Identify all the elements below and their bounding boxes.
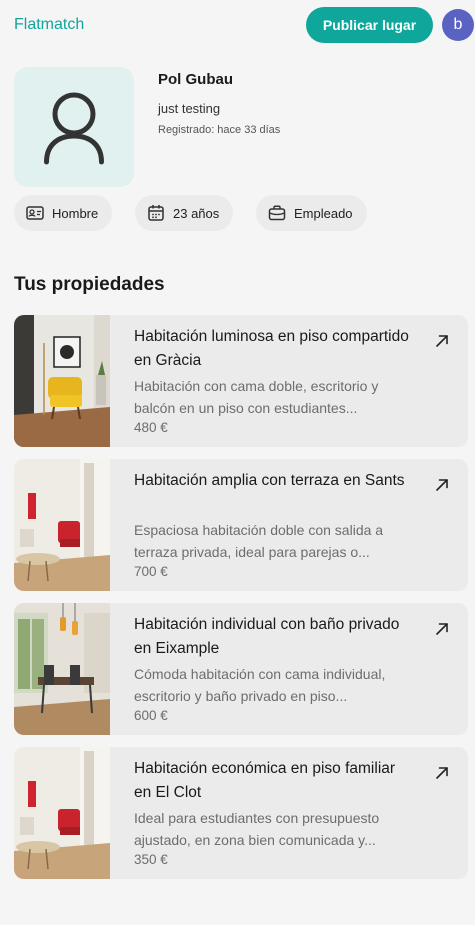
arrow-up-right-icon[interactable] [434, 477, 450, 493]
property-price: 480 € [134, 420, 168, 435]
property-photo [14, 315, 110, 447]
gender-chip: Hombre [14, 195, 113, 231]
publish-button[interactable]: Publicar lugar [306, 7, 433, 43]
property-title: Habitación individual con baño privado e… [134, 616, 400, 657]
property-card[interactable]: Habitación individual con baño privado e… [14, 603, 468, 735]
property-title: Habitación amplia con terraza en Sants [134, 472, 405, 489]
property-title: Habitación económica en piso familiar en… [134, 760, 396, 801]
properties-heading: Tus propiedades [14, 274, 165, 295]
profile-photo [14, 67, 134, 187]
property-photo [14, 603, 110, 735]
registration-date: Registrado: hace 33 días [158, 124, 281, 136]
property-photo [14, 459, 110, 591]
property-photo [14, 747, 110, 879]
profile-name: Pol Gubau [158, 71, 233, 88]
user-avatar[interactable]: b [442, 9, 474, 41]
property-card[interactable]: Habitación amplia con terraza en Sants E… [14, 459, 468, 591]
property-description: Habitación con cama doble, escritorio y … [134, 378, 379, 416]
calendar-icon [148, 205, 164, 221]
occupation-chip: Empleado [256, 195, 367, 231]
property-title: Habitación luminosa en piso compartido e… [134, 328, 409, 369]
age-chip: 23 años [135, 195, 234, 231]
property-card[interactable]: Habitación económica en piso familiar en… [14, 747, 468, 879]
top-bar: Flatmatch Publicar lugar b [0, 0, 475, 50]
profile-bio: just testing [158, 101, 221, 116]
user-icon [44, 92, 104, 165]
property-description: Espaciosa habitación doble con salida a … [134, 522, 384, 560]
gender-label: Hombre [52, 205, 99, 221]
occupation-label: Empleado [294, 205, 353, 221]
arrow-up-right-icon[interactable] [434, 333, 450, 349]
age-label: 23 años [173, 205, 220, 221]
property-description: Ideal para estudiantes con presupuesto a… [134, 810, 380, 848]
property-price: 600 € [134, 708, 168, 723]
arrow-up-right-icon[interactable] [434, 621, 450, 637]
id-card-icon [26, 206, 44, 220]
arrow-up-right-icon[interactable] [434, 765, 450, 781]
property-price: 700 € [134, 564, 168, 579]
brand-logo[interactable]: Flatmatch [14, 16, 84, 34]
property-price: 350 € [134, 852, 168, 867]
property-description: Cómoda habitación con cama individual, e… [134, 666, 386, 704]
briefcase-icon [268, 205, 286, 221]
property-card[interactable]: Habitación luminosa en piso compartido e… [14, 315, 468, 447]
